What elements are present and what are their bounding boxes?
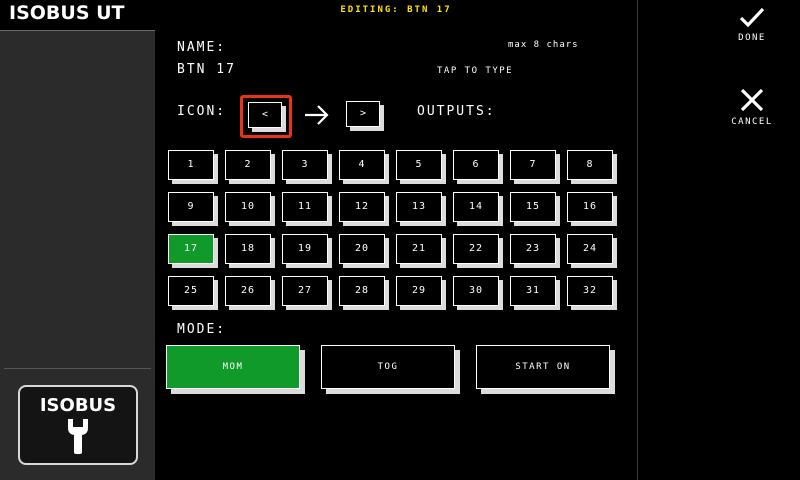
output-glyph[interactable]: > <box>346 101 380 127</box>
isobus-button[interactable]: ISOBUS <box>18 385 138 465</box>
output-button-11[interactable]: 11 <box>282 192 328 222</box>
output-button-1[interactable]: 1 <box>168 150 214 180</box>
output-button-27[interactable]: 27 <box>282 276 328 306</box>
output-button-31[interactable]: 31 <box>510 276 556 306</box>
mode-label: MODE: <box>177 322 227 337</box>
output-button-19[interactable]: 19 <box>282 234 328 264</box>
output-button-25[interactable]: 25 <box>168 276 214 306</box>
output-button-32[interactable]: 32 <box>567 276 613 306</box>
isobus-label: ISOBUS <box>39 395 117 416</box>
name-field[interactable]: BTN 17 <box>177 62 236 77</box>
name-label: NAME: <box>177 40 227 55</box>
output-button-13[interactable]: 13 <box>396 192 442 222</box>
output-button-17[interactable]: 17 <box>168 234 214 264</box>
app-title: ISOBUS UT <box>0 0 155 30</box>
output-button-6[interactable]: 6 <box>453 150 499 180</box>
cancel-button[interactable]: CANCEL <box>707 86 797 127</box>
output-button-20[interactable]: 20 <box>339 234 385 264</box>
output-button-9[interactable]: 9 <box>168 192 214 222</box>
output-button-3[interactable]: 3 <box>282 150 328 180</box>
output-button-14[interactable]: 14 <box>453 192 499 222</box>
output-button-23[interactable]: 23 <box>510 234 556 264</box>
output-button-10[interactable]: 10 <box>225 192 271 222</box>
wrench-icon <box>68 419 88 454</box>
output-button-22[interactable]: 22 <box>453 234 499 264</box>
arrow-right-icon <box>305 105 329 125</box>
done-label: DONE <box>738 33 766 43</box>
tap-to-type-hint: TAP TO TYPE <box>437 66 514 76</box>
right-panel-divider <box>637 0 638 480</box>
mode-button-mom[interactable]: MOM <box>166 345 300 389</box>
done-button[interactable]: DONE <box>707 6 797 43</box>
output-button-4[interactable]: 4 <box>339 150 385 180</box>
cancel-label: CANCEL <box>731 117 773 127</box>
output-button-21[interactable]: 21 <box>396 234 442 264</box>
sidebar-divider <box>4 368 151 369</box>
output-button-7[interactable]: 7 <box>510 150 556 180</box>
max-chars-hint: max 8 chars <box>508 40 579 50</box>
output-button-24[interactable]: 24 <box>567 234 613 264</box>
output-button-18[interactable]: 18 <box>225 234 271 264</box>
mode-button-start-on[interactable]: START ON <box>476 345 610 389</box>
icon-label: ICON: <box>177 104 227 119</box>
left-sidebar: ISOBUS UT ISOBUS <box>0 0 155 480</box>
editing-title: EDITING: BTN 17 <box>340 5 452 15</box>
title-divider <box>0 30 155 31</box>
output-button-26[interactable]: 26 <box>225 276 271 306</box>
mode-button-tog[interactable]: TOG <box>321 345 455 389</box>
output-button-28[interactable]: 28 <box>339 276 385 306</box>
output-button-2[interactable]: 2 <box>225 150 271 180</box>
icon-glyph: < <box>248 102 282 128</box>
output-button-15[interactable]: 15 <box>510 192 556 222</box>
output-button-16[interactable]: 16 <box>567 192 613 222</box>
checkmark-icon <box>739 7 765 28</box>
output-button-12[interactable]: 12 <box>339 192 385 222</box>
close-icon <box>740 88 764 112</box>
outputs-label: OUTPUTS: <box>417 104 496 119</box>
output-button-8[interactable]: 8 <box>567 150 613 180</box>
icon-selector[interactable]: < <box>240 95 292 138</box>
output-button-30[interactable]: 30 <box>453 276 499 306</box>
output-button-29[interactable]: 29 <box>396 276 442 306</box>
output-button-5[interactable]: 5 <box>396 150 442 180</box>
